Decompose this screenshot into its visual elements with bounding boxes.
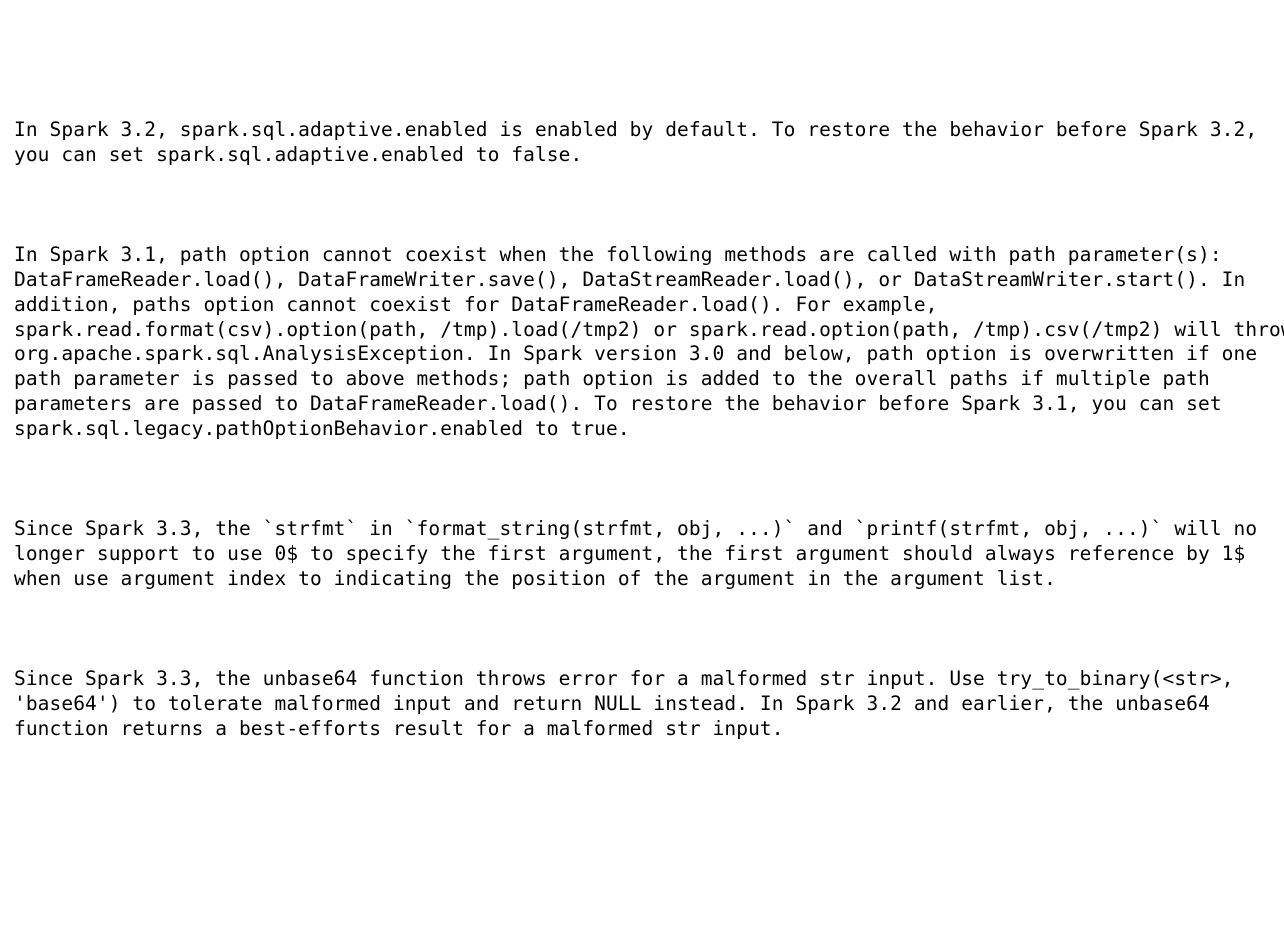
paragraph: Since Spark 3.3, the unbase64 function t… xyxy=(14,667,1284,742)
paragraph: In Spark 3.1, path option cannot coexist… xyxy=(14,243,1284,443)
paragraph: Since Spark 3.3, the `strfmt` in `format… xyxy=(14,517,1284,592)
paragraph: In Spark 3.2, spark.sql.adaptive.enabled… xyxy=(14,118,1284,168)
